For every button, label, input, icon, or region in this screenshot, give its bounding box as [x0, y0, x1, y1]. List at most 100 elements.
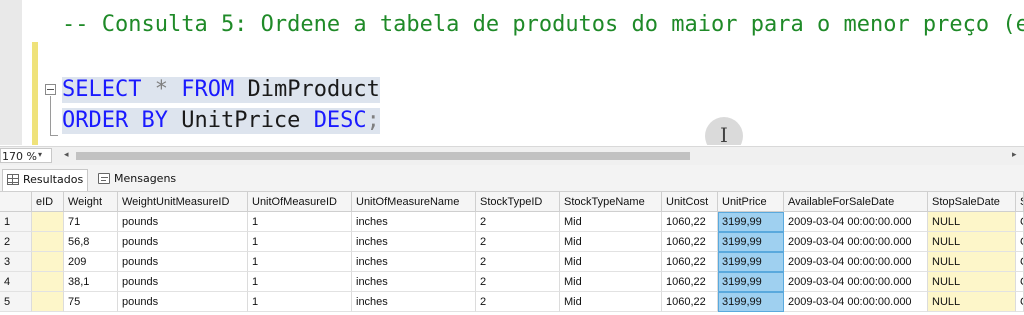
horizontal-scroll-thumb[interactable]: [76, 152, 690, 160]
row-number[interactable]: 5: [0, 292, 32, 312]
column-header[interactable]: StockTypeID: [476, 192, 560, 212]
table-cell[interactable]: C: [1016, 272, 1024, 292]
table-cell[interactable]: Mid: [560, 212, 662, 232]
column-header[interactable]: StopSaleDate: [928, 192, 1016, 212]
table-cell[interactable]: pounds: [118, 252, 248, 272]
table-cell[interactable]: 209: [64, 252, 118, 272]
chevron-down-icon[interactable]: ▾: [38, 150, 42, 159]
table-cell[interactable]: 1060,22: [662, 232, 718, 252]
table-cell[interactable]: [32, 212, 64, 232]
table-cell[interactable]: 1060,22: [662, 292, 718, 312]
column-header[interactable]: Weight: [64, 192, 118, 212]
table-cell[interactable]: 2009-03-04 00:00:00.000: [784, 212, 928, 232]
column-header[interactable]: AvailableForSaleDate: [784, 192, 928, 212]
table-cell[interactable]: [32, 232, 64, 252]
tab-resultados[interactable]: Resultados: [2, 169, 88, 191]
table-cell[interactable]: inches: [352, 272, 476, 292]
table-cell[interactable]: 2: [476, 292, 560, 312]
table-cell[interactable]: inches: [352, 252, 476, 272]
table-cell[interactable]: 2009-03-04 00:00:00.000: [784, 252, 928, 272]
keyword-order-by: ORDER BY: [62, 108, 168, 133]
table-cell[interactable]: 1: [248, 252, 352, 272]
table-cell[interactable]: 1060,22: [662, 252, 718, 272]
column-header[interactable]: S: [1016, 192, 1024, 212]
text-cursor-icon: I: [705, 117, 743, 145]
table-cell[interactable]: NULL: [928, 252, 1016, 272]
table-cell[interactable]: 2: [476, 212, 560, 232]
column-header[interactable]: UnitOfMeasureID: [248, 192, 352, 212]
fold-line-end: [50, 135, 58, 136]
sql-line-select[interactable]: SELECT * FROM DimProduct: [62, 77, 380, 103]
zoom-select[interactable]: 170 %: [0, 148, 52, 163]
scroll-right-icon[interactable]: ▸: [1012, 150, 1017, 160]
scroll-left-icon[interactable]: ◂: [64, 150, 69, 160]
table-cell[interactable]: pounds: [118, 292, 248, 312]
table-cell[interactable]: 3199,99: [718, 232, 784, 252]
table-cell[interactable]: 56,8: [64, 232, 118, 252]
table-cell[interactable]: 1: [248, 232, 352, 252]
table-cell[interactable]: Mid: [560, 272, 662, 292]
column-header[interactable]: StockTypeName: [560, 192, 662, 212]
row-number[interactable]: 3: [0, 252, 32, 272]
column-header[interactable]: eID: [32, 192, 64, 212]
table-cell[interactable]: Mid: [560, 292, 662, 312]
table-cell[interactable]: Mid: [560, 232, 662, 252]
table-cell[interactable]: [32, 292, 64, 312]
table-cell[interactable]: pounds: [118, 212, 248, 232]
table-cell[interactable]: 2: [476, 272, 560, 292]
query-editor[interactable]: -- Consulta 5: Ordene a tabela de produt…: [0, 0, 1024, 145]
table-cell[interactable]: NULL: [928, 232, 1016, 252]
results-grid[interactable]: eID Weight WeightUnitMeasureID UnitOfMeasur…: [0, 192, 1024, 315]
sql-comment[interactable]: -- Consulta 5: Ordene a tabela de produt…: [62, 12, 1024, 38]
table-cell[interactable]: 3199,99: [718, 252, 784, 272]
table-cell[interactable]: 1: [248, 292, 352, 312]
table-cell[interactable]: 2009-03-04 00:00:00.000: [784, 232, 928, 252]
table-cell[interactable]: 1: [248, 212, 352, 232]
sql-line-order-by[interactable]: ORDER BY UnitPrice DESC;: [62, 108, 380, 134]
table-cell[interactable]: C: [1016, 252, 1024, 272]
table-cell[interactable]: C: [1016, 212, 1024, 232]
table-cell[interactable]: 3199,99: [718, 212, 784, 232]
messages-icon: [98, 173, 110, 184]
semicolon: ;: [366, 108, 380, 133]
table-cell[interactable]: 75: [64, 292, 118, 312]
table-cell[interactable]: [32, 272, 64, 292]
table-cell[interactable]: inches: [352, 232, 476, 252]
collapse-icon[interactable]: [45, 84, 56, 95]
keyword-desc: DESC: [313, 108, 367, 133]
table-cell[interactable]: 1060,22: [662, 272, 718, 292]
column-header[interactable]: UnitOfMeasureName: [352, 192, 476, 212]
table-cell[interactable]: 1060,22: [662, 212, 718, 232]
table-cell[interactable]: C: [1016, 232, 1024, 252]
asterisk: *: [154, 77, 168, 102]
table-cell[interactable]: NULL: [928, 272, 1016, 292]
tab-mensagens[interactable]: Mensagens: [94, 169, 186, 191]
table-cell[interactable]: Mid: [560, 252, 662, 272]
row-number[interactable]: 2: [0, 232, 32, 252]
table-cell[interactable]: 2009-03-04 00:00:00.000: [784, 292, 928, 312]
table-cell[interactable]: 3199,99: [718, 292, 784, 312]
column-header[interactable]: UnitPrice: [718, 192, 784, 212]
table-cell[interactable]: NULL: [928, 212, 1016, 232]
column-name: UnitPrice: [181, 108, 301, 133]
column-header[interactable]: WeightUnitMeasureID: [118, 192, 248, 212]
table-cell[interactable]: [32, 252, 64, 272]
table-cell[interactable]: inches: [352, 292, 476, 312]
table-cell[interactable]: 2009-03-04 00:00:00.000: [784, 272, 928, 292]
table-cell[interactable]: 1: [248, 272, 352, 292]
table-cell[interactable]: pounds: [118, 272, 248, 292]
row-number[interactable]: 1: [0, 212, 32, 232]
table-cell[interactable]: 71: [64, 212, 118, 232]
zoom-scroll-bar: 170 % ▾ ◂ ▸: [0, 146, 1024, 165]
table-cell[interactable]: C: [1016, 292, 1024, 312]
table-cell[interactable]: 2: [476, 232, 560, 252]
column-header[interactable]: UnitCost: [662, 192, 718, 212]
table-cell[interactable]: 2: [476, 252, 560, 272]
grid-corner: [0, 192, 32, 212]
table-cell[interactable]: NULL: [928, 292, 1016, 312]
table-cell[interactable]: 38,1: [64, 272, 118, 292]
row-number[interactable]: 4: [0, 272, 32, 292]
table-cell[interactable]: pounds: [118, 232, 248, 252]
table-cell[interactable]: inches: [352, 212, 476, 232]
table-cell[interactable]: 3199,99: [718, 272, 784, 292]
